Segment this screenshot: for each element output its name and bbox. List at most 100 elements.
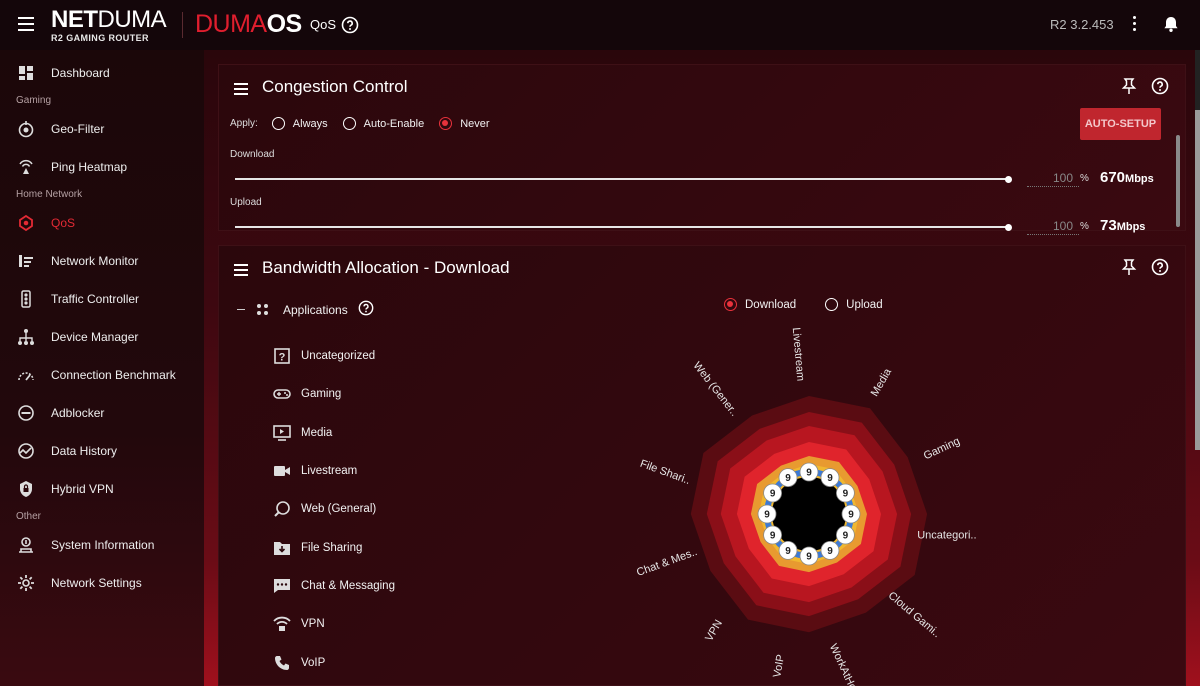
svg-text:9: 9 bbox=[785, 546, 791, 557]
app-label: VPN bbox=[301, 618, 325, 631]
radar-axis-label: Uncategori.. bbox=[917, 529, 976, 541]
pin-icon[interactable] bbox=[1121, 77, 1137, 100]
list-item[interactable]: ? Uncategorized bbox=[273, 337, 395, 375]
list-item[interactable]: Media bbox=[273, 414, 395, 452]
sidebar-item-label: Traffic Controller bbox=[51, 292, 140, 306]
page-scrollbar[interactable] bbox=[1195, 50, 1200, 450]
help-icon[interactable] bbox=[1151, 77, 1169, 100]
hybrid-vpn-icon bbox=[16, 479, 36, 499]
adblocker-icon bbox=[16, 403, 36, 423]
more-options-icon[interactable] bbox=[1133, 16, 1137, 34]
sidebar-item-qos[interactable]: QoS bbox=[0, 204, 204, 242]
list-item[interactable]: VPN bbox=[273, 605, 395, 643]
radio-always[interactable]: Always bbox=[271, 117, 328, 130]
benchmark-icon bbox=[16, 365, 36, 385]
list-item[interactable]: Livestream bbox=[273, 452, 395, 490]
list-item[interactable]: Web (General) bbox=[273, 490, 395, 528]
sidebar-item-ping-heatmap[interactable]: Ping Heatmap bbox=[0, 148, 204, 186]
card-menu-icon[interactable] bbox=[234, 83, 248, 98]
percent-sign: % bbox=[1080, 221, 1089, 232]
sidebar: Dashboard Gaming Geo-Filter Ping Heatmap… bbox=[0, 50, 204, 686]
radio-label: Never bbox=[460, 117, 490, 130]
sidebar-item-dashboard[interactable]: Dashboard bbox=[0, 54, 204, 92]
list-item[interactable]: Gaming bbox=[273, 375, 395, 413]
drag-handle-icon[interactable] bbox=[257, 303, 269, 316]
radio-upload[interactable]: Upload bbox=[825, 298, 883, 311]
system-info-icon bbox=[16, 535, 36, 555]
sidebar-item-network-monitor[interactable]: Network Monitor bbox=[0, 242, 204, 280]
card-menu-icon[interactable] bbox=[234, 264, 248, 279]
priority-badge[interactable]: 9 bbox=[763, 525, 783, 545]
priority-badge[interactable]: 9 bbox=[841, 504, 861, 524]
radio-never[interactable]: Never bbox=[439, 117, 490, 130]
bandwidth-radar-chart: 999999999999 LivestreamMediaGamingUncate… bbox=[635, 327, 977, 686]
upload-slider[interactable] bbox=[235, 226, 1009, 228]
radar-center bbox=[772, 477, 846, 551]
sidebar-item-device-manager[interactable]: Device Manager bbox=[0, 318, 204, 356]
upload-slider-handle[interactable] bbox=[1005, 223, 1012, 231]
radar-axis-label: WorkAtHome bbox=[827, 642, 865, 686]
radio-auto-enable[interactable]: Auto-Enable bbox=[342, 117, 424, 130]
priority-badge[interactable]: 9 bbox=[778, 540, 798, 560]
sidebar-item-data-history[interactable]: Data History bbox=[0, 432, 204, 470]
download-speed-value: 670 bbox=[1100, 169, 1126, 186]
sidebar-item-traffic-controller[interactable]: Traffic Controller bbox=[0, 280, 204, 318]
speed-unit: Mbps bbox=[1125, 173, 1154, 185]
sidebar-item-hybrid-vpn[interactable]: Hybrid VPN bbox=[0, 470, 204, 508]
sidebar-item-connection-benchmark[interactable]: Connection Benchmark bbox=[0, 356, 204, 394]
help-icon[interactable] bbox=[341, 16, 359, 39]
app-label: Chat & Messaging bbox=[301, 579, 395, 592]
netduma-logo: NETDUMA R2 GAMING ROUTER bbox=[51, 6, 167, 44]
priority-badge[interactable]: 9 bbox=[835, 525, 855, 545]
sidebar-item-network-settings[interactable]: Network Settings bbox=[0, 564, 204, 602]
svg-text:9: 9 bbox=[827, 473, 833, 484]
priority-badge[interactable]: 9 bbox=[835, 483, 855, 503]
download-label: Download bbox=[230, 149, 275, 160]
bell-icon[interactable] bbox=[1162, 15, 1180, 38]
sidebar-item-label: Dashboard bbox=[51, 66, 110, 80]
list-item[interactable]: Chat & Messaging bbox=[273, 567, 395, 605]
menu-icon[interactable] bbox=[18, 17, 34, 31]
card-scrollbar[interactable] bbox=[1176, 135, 1180, 227]
priority-badge[interactable]: 9 bbox=[799, 462, 819, 482]
applications-tree-root[interactable]: Applications bbox=[237, 300, 374, 319]
sidebar-item-adblocker[interactable]: Adblocker bbox=[0, 394, 204, 432]
sidebar-item-system-information[interactable]: System Information bbox=[0, 526, 204, 564]
application-list: ? Uncategorized Gaming Media Livestream … bbox=[273, 337, 395, 682]
download-percent-input[interactable]: 100 bbox=[1027, 169, 1079, 187]
svg-text:9: 9 bbox=[827, 546, 833, 557]
priority-badge[interactable]: 9 bbox=[763, 483, 783, 503]
app-label: File Sharing bbox=[301, 541, 363, 554]
sidebar-item-label: Data History bbox=[51, 444, 118, 458]
upload-speed: 73Mbps bbox=[1100, 217, 1145, 234]
priority-badge[interactable]: 9 bbox=[757, 504, 777, 524]
priority-badge[interactable]: 9 bbox=[778, 468, 798, 488]
radar-axis-label: Media bbox=[869, 366, 895, 399]
download-slider[interactable] bbox=[235, 178, 1009, 180]
svg-text:9: 9 bbox=[770, 531, 776, 542]
auto-setup-button[interactable]: AUTO-SETUP bbox=[1080, 108, 1161, 140]
svg-text:9: 9 bbox=[843, 531, 849, 542]
pin-icon[interactable] bbox=[1121, 258, 1137, 281]
brand-subtitle: R2 GAMING ROUTER bbox=[51, 33, 149, 43]
radar-axis-label: Gaming bbox=[922, 435, 962, 462]
web-icon bbox=[273, 500, 291, 518]
help-icon[interactable] bbox=[358, 300, 374, 319]
chat-icon bbox=[273, 577, 291, 595]
svg-text:?: ? bbox=[279, 352, 286, 364]
svg-text:9: 9 bbox=[764, 510, 770, 521]
sidebar-item-label: Connection Benchmark bbox=[51, 368, 176, 382]
radio-download[interactable]: Download bbox=[724, 298, 796, 311]
priority-badge[interactable]: 9 bbox=[799, 546, 819, 566]
priority-badge[interactable]: 9 bbox=[820, 540, 840, 560]
upload-percent-input[interactable]: 100 bbox=[1027, 217, 1079, 235]
list-item[interactable]: VoIP bbox=[273, 643, 395, 681]
help-icon[interactable] bbox=[1151, 258, 1169, 281]
list-item[interactable]: File Sharing bbox=[273, 528, 395, 566]
collapse-icon[interactable] bbox=[237, 309, 245, 310]
download-slider-handle[interactable] bbox=[1005, 175, 1012, 183]
priority-badge[interactable]: 9 bbox=[820, 468, 840, 488]
qos-icon bbox=[16, 213, 36, 233]
sidebar-item-geo-filter[interactable]: Geo-Filter bbox=[0, 110, 204, 148]
brand-net: NET bbox=[51, 6, 98, 33]
